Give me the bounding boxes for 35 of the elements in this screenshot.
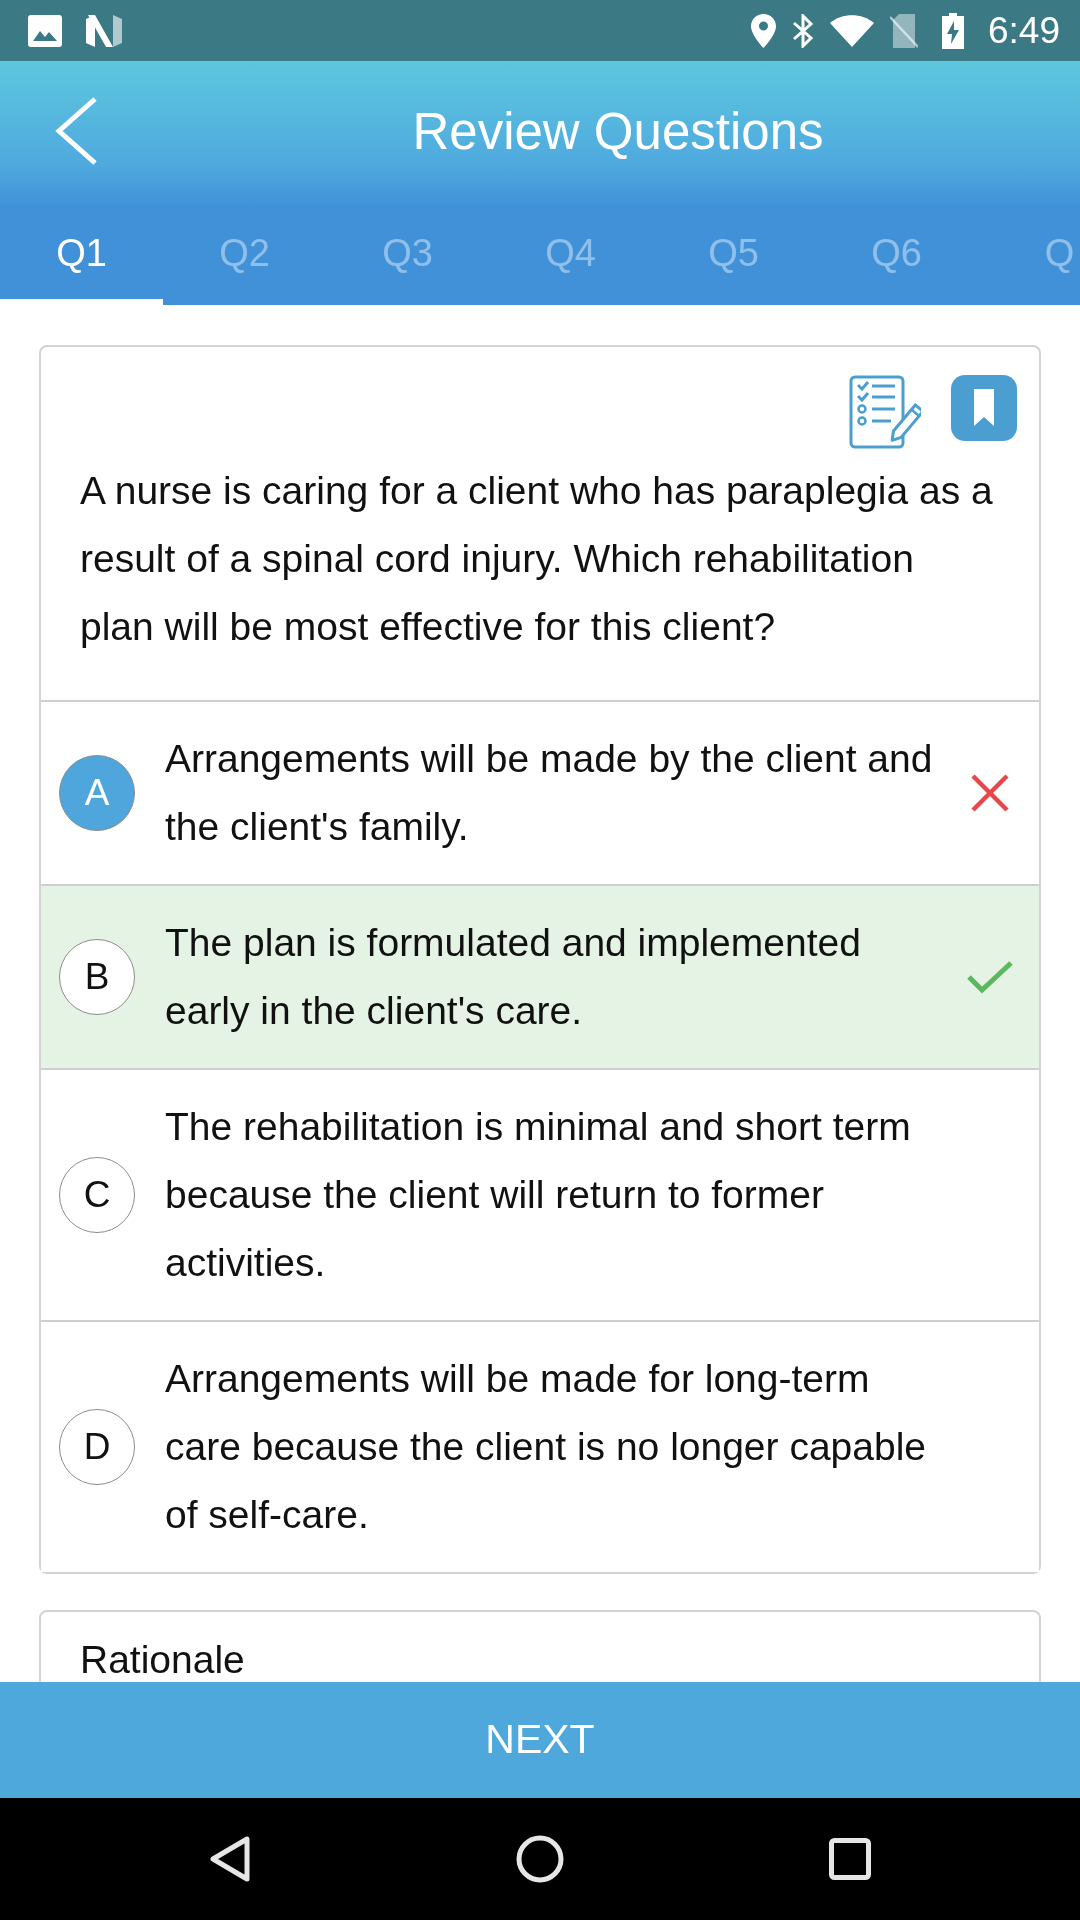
next-button[interactable]: NEXT xyxy=(0,1682,1080,1798)
battery-charging-icon xyxy=(942,12,964,49)
question-tab[interactable]: Q6 xyxy=(815,201,978,305)
question-tab[interactable]: Q1 xyxy=(0,201,163,305)
option-letter: A xyxy=(59,755,135,831)
option-text: The plan is formulated and implemented early in the client's care. xyxy=(165,920,862,1034)
option-text: Arrangements will be made for long-term care because the client is no longer capable of self-care. xyxy=(165,1356,927,1538)
question-tab[interactable]: Q2 xyxy=(163,201,326,305)
question-text: A nurse is caring for a client who has paraplegia as a result of a spinal cord injury. Which rehabilitation plan will be most effective for this client? xyxy=(80,468,994,650)
home-icon[interactable] xyxy=(516,1835,564,1883)
bookmark-icon[interactable] xyxy=(951,375,1017,441)
screen-title: Review Questions xyxy=(411,105,825,157)
image-icon xyxy=(28,14,62,47)
question-tab[interactable]: Q3 xyxy=(326,201,489,305)
back-nav-icon[interactable] xyxy=(209,1835,251,1883)
bluetooth-icon xyxy=(792,13,814,48)
n-logo-icon xyxy=(86,14,122,47)
recents-icon[interactable] xyxy=(829,1838,871,1880)
wifi-icon xyxy=(830,14,874,47)
rationale-title: Rationale xyxy=(80,1638,246,1682)
option-text: The rehabilitation is minimal and short term because the client will return to former activities. xyxy=(165,1104,912,1286)
option-letter: C xyxy=(59,1157,135,1233)
answer-option[interactable]: B The plan is formulated and implemented early in the client's care. xyxy=(41,884,1039,1068)
status-time: 6:49 xyxy=(988,12,1060,49)
option-text: Arrangements will be made by the client and the client's family. xyxy=(165,736,934,850)
checklist-icon[interactable] xyxy=(849,375,921,449)
question-tab[interactable]: Q xyxy=(978,201,1080,305)
answer-option[interactable]: D Arrangements will be made for long-term care because the client is no longer capable of self-care. xyxy=(41,1320,1039,1572)
back-icon[interactable] xyxy=(55,97,98,165)
question-tab[interactable]: Q5 xyxy=(652,201,815,305)
no-sim-icon xyxy=(890,13,918,48)
location-icon xyxy=(751,13,776,48)
option-letter: B xyxy=(59,939,135,1015)
option-letter: D xyxy=(59,1409,135,1485)
question-tab[interactable]: Q4 xyxy=(489,201,652,305)
